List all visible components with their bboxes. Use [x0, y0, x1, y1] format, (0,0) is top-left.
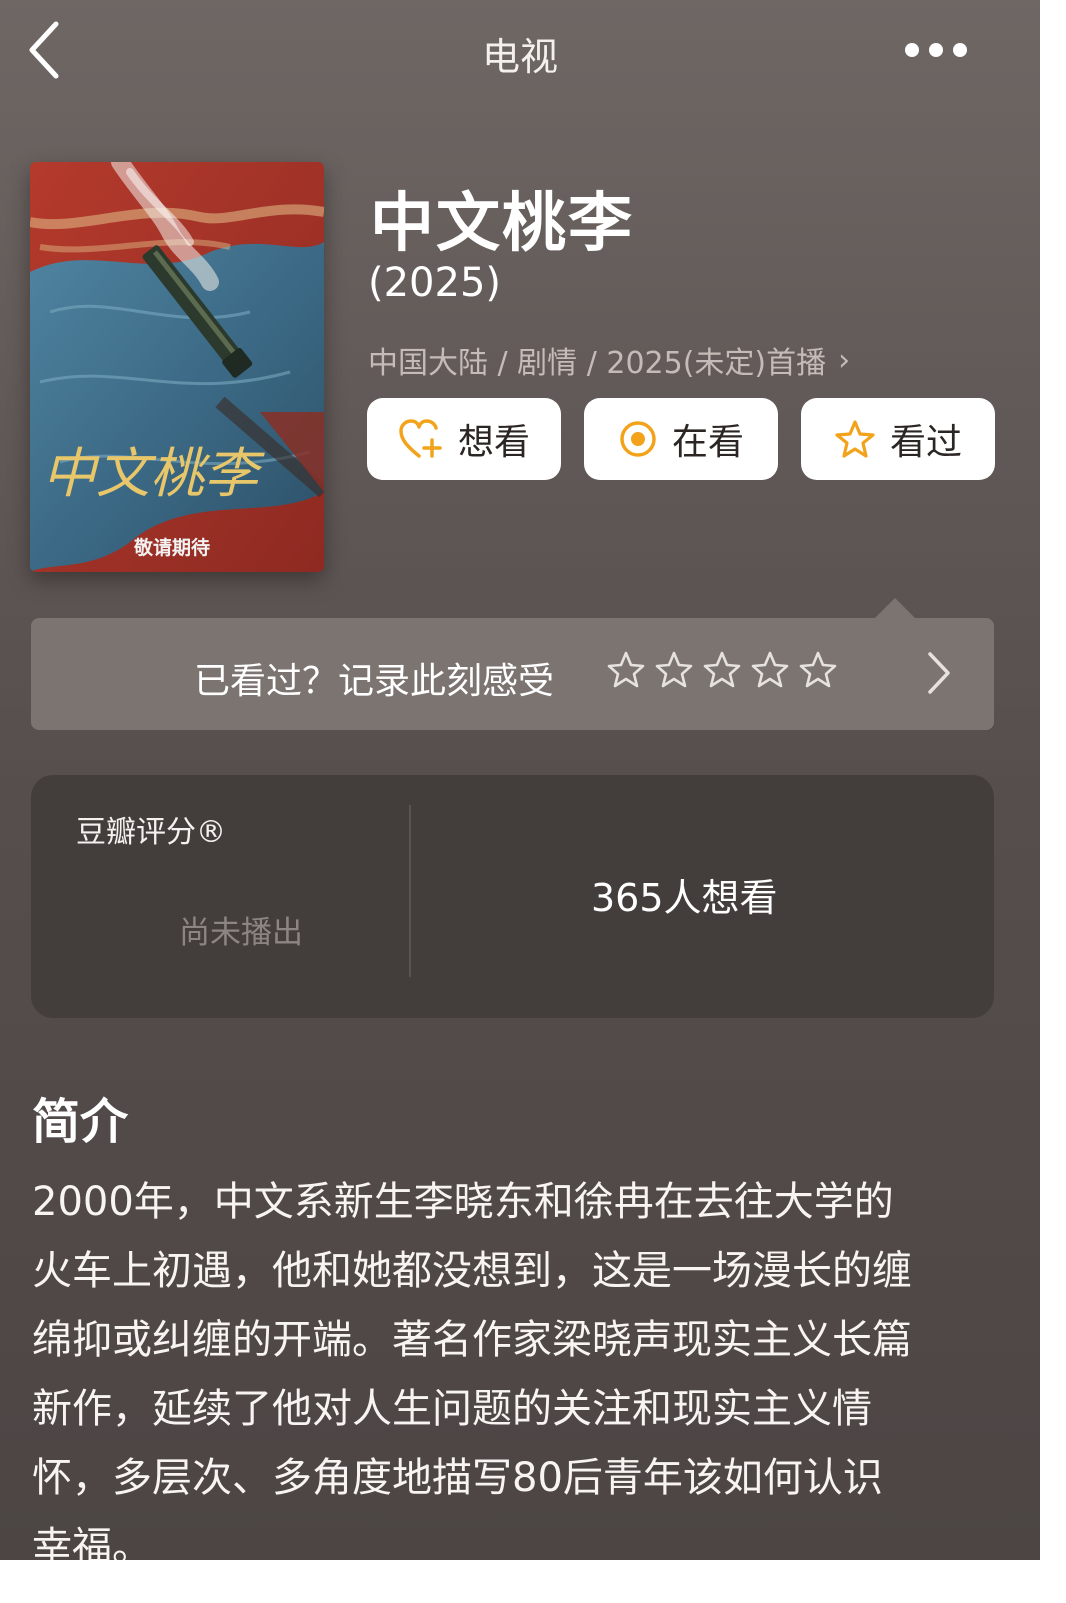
want-count: 365人想看: [591, 876, 778, 920]
nav-title: 电视: [481, 35, 558, 79]
poster-calligraphy: 中文桃李: [42, 442, 265, 505]
want-to-watch-button[interactable]: 想看: [367, 398, 561, 480]
more-button[interactable]: [900, 30, 990, 70]
heart-plus-icon: [399, 419, 442, 458]
poster-image[interactable]: 中文桃李 敬请期待: [30, 162, 324, 572]
rate-now-bar[interactable]: 已看过？记录此刻感受: [31, 618, 994, 730]
synopsis-line: 2000年，中文系新生李晓东和徐冉在去往大学的: [32, 1179, 894, 1225]
synopsis-line: 火车上初遇，他和她都没想到，这是一场漫长的缠: [32, 1248, 912, 1294]
star-empty-icon[interactable]: [750, 650, 790, 690]
watched-button[interactable]: 看过: [801, 398, 995, 480]
synopsis-text: 2000年，中文系新生李晓东和徐冉在去往大学的 火车上初遇，他和她都没想到，这是…: [32, 1168, 1007, 1560]
show-year: (2025): [368, 260, 502, 306]
rating-bar-pointer: [875, 598, 915, 618]
score-status: 尚未播出: [179, 915, 303, 951]
star-empty-icon[interactable]: [798, 650, 838, 690]
rating-stars[interactable]: [606, 650, 846, 690]
bottom-margin: [0, 1560, 1066, 1603]
score-divider: [409, 805, 411, 977]
synopsis-line: 怀，多层次、多角度地描写80后青年该如何认识: [32, 1455, 883, 1501]
douban-score-label: 豆瓣评分®: [76, 815, 226, 850]
poster-tagline: 敬请期待: [133, 536, 210, 559]
right-margin: [1040, 0, 1066, 1603]
watched-label: 看过: [889, 422, 962, 463]
chevron-right-small-icon: ›: [838, 342, 851, 378]
poster-artwork: 中文桃李 敬请期待: [30, 162, 324, 572]
target-circle-icon: [620, 421, 656, 457]
star-empty-icon[interactable]: [654, 650, 694, 690]
watching-button[interactable]: 在看: [584, 398, 778, 480]
watching-label: 在看: [671, 422, 744, 463]
synopsis-line: 幸福。: [32, 1524, 152, 1560]
star-empty-icon[interactable]: [606, 650, 646, 690]
chevron-right-icon: [928, 652, 950, 694]
synopsis-line: 绵抑或纠缠的开端。著名作家梁晓声现实主义长篇: [32, 1317, 912, 1363]
star-outline-icon: [835, 420, 875, 458]
synopsis-heading: 简介: [32, 1094, 129, 1150]
show-title: 中文桃李: [370, 187, 634, 261]
show-meta-text: 中国大陆 / 剧情 / 2025(未定)首播: [368, 346, 827, 381]
app-screen: 电视 中文桃李 敬请期待 中文桃李 (2025) 中国大陆 / 剧情 / 202…: [0, 0, 1040, 1560]
star-empty-icon[interactable]: [702, 650, 742, 690]
douban-score-card[interactable]: 豆瓣评分® 尚未播出 365人想看: [31, 775, 994, 1018]
want-to-watch-label: 想看: [457, 422, 530, 463]
show-meta-link[interactable]: 中国大陆 / 剧情 / 2025(未定)首播 ›: [368, 338, 850, 382]
synopsis-line: 新作，延续了他对人生问题的关注和现实主义情: [32, 1386, 872, 1432]
rate-prompt-text: 已看过？记录此刻感受: [194, 661, 555, 702]
more-horizontal-icon: [905, 43, 967, 57]
